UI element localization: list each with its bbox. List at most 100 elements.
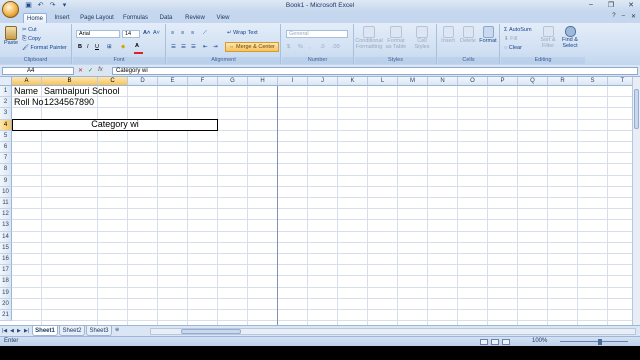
horizontal-scroll-thumb[interactable]: [181, 329, 241, 334]
tab-view[interactable]: View: [212, 13, 234, 23]
vertical-scrollbar[interactable]: [632, 77, 640, 325]
sheet-tab-sheet2[interactable]: Sheet2: [59, 326, 85, 336]
clear-button[interactable]: ◌ Clear: [504, 45, 522, 51]
sort-filter-button[interactable]: Sort & Filter: [537, 26, 559, 49]
copy-button[interactable]: ⎘ Copy: [22, 36, 41, 43]
sheet-tab-sheet1[interactable]: Sheet1: [32, 326, 58, 336]
column-header-d[interactable]: D: [128, 77, 158, 86]
row-header-17[interactable]: 17: [0, 265, 12, 277]
row-header-12[interactable]: 12: [0, 209, 12, 221]
office-button[interactable]: [2, 1, 19, 18]
restore-icon[interactable]: ❐: [606, 1, 616, 9]
format-painter-button[interactable]: 🖌 Format Painter: [22, 45, 67, 51]
format-cells-button[interactable]: Format: [478, 26, 498, 44]
tab-data[interactable]: Data: [155, 13, 177, 23]
column-header-j[interactable]: J: [308, 77, 338, 86]
shrink-font-icon[interactable]: A˅: [153, 30, 160, 36]
zoom-slider[interactable]: [560, 341, 628, 342]
column-header-m[interactable]: M: [398, 77, 428, 86]
insert-sheet-icon[interactable]: ⊕: [115, 327, 119, 333]
align-bottom-icon[interactable]: ≡: [191, 30, 194, 36]
font-size-select[interactable]: 14: [122, 30, 140, 38]
first-sheet-icon[interactable]: |◀: [2, 328, 7, 334]
row-header-2[interactable]: 2: [0, 97, 12, 109]
decrease-indent-icon[interactable]: ⇤: [203, 44, 208, 50]
align-middle-icon[interactable]: ≡: [181, 30, 184, 36]
number-format-select[interactable]: General: [286, 30, 348, 38]
formula-input[interactable]: Category wi: [112, 67, 638, 75]
italic-icon[interactable]: I: [87, 44, 89, 50]
zoom-level[interactable]: 100%: [532, 338, 547, 344]
underline-icon[interactable]: U: [95, 44, 99, 50]
last-sheet-icon[interactable]: ▶|: [24, 328, 29, 334]
row-header-7[interactable]: 7: [0, 153, 12, 165]
insert-function-icon[interactable]: fx: [98, 67, 103, 74]
currency-icon[interactable]: $: [287, 44, 290, 50]
column-header-g[interactable]: G: [218, 77, 248, 86]
ribbon-minimize-icon[interactable]: –: [622, 13, 625, 20]
zoom-slider-knob[interactable]: [598, 339, 602, 345]
row-header-19[interactable]: 19: [0, 287, 12, 299]
close-icon[interactable]: ✕: [626, 1, 636, 9]
row-header-10[interactable]: 10: [0, 186, 12, 198]
conditional-formatting-button[interactable]: Conditional Formatting: [355, 26, 383, 50]
cell-b1[interactable]: Sambalpuri School: [44, 86, 120, 97]
row-header-5[interactable]: 5: [0, 130, 12, 142]
comma-icon[interactable]: ,: [309, 44, 311, 50]
align-center-icon[interactable]: ☰: [181, 44, 186, 50]
normal-view-icon[interactable]: [480, 339, 488, 345]
help-icon[interactable]: ?: [612, 13, 615, 20]
column-header-b[interactable]: B: [42, 77, 98, 86]
row-header-21[interactable]: 21: [0, 310, 12, 322]
align-top-icon[interactable]: ≡: [171, 30, 174, 36]
align-right-icon[interactable]: ☰: [191, 44, 196, 50]
font-color-icon[interactable]: A: [135, 43, 139, 49]
row-header-16[interactable]: 16: [0, 254, 12, 266]
save-icon[interactable]: ▣: [24, 2, 33, 10]
row-header-13[interactable]: 13: [0, 220, 12, 232]
page-layout-view-icon[interactable]: [491, 339, 499, 345]
split-divider[interactable]: [277, 86, 278, 325]
confirm-entry-icon[interactable]: ✓: [88, 67, 93, 74]
merge-center-button[interactable]: ⇔ Merge & Center: [225, 42, 279, 52]
percent-icon[interactable]: %: [298, 44, 303, 50]
column-header-k[interactable]: K: [338, 77, 368, 86]
tab-page-layout[interactable]: Page Layout: [78, 13, 116, 23]
orientation-icon[interactable]: ⟋: [203, 30, 207, 37]
decrease-decimal-icon[interactable]: .00: [332, 44, 340, 50]
fill-color-icon[interactable]: ◆: [121, 44, 125, 50]
cell-a1[interactable]: Name: [14, 86, 38, 97]
select-all-corner[interactable]: [0, 77, 12, 86]
cell-a2[interactable]: Roll No: [14, 97, 44, 108]
tab-insert[interactable]: Insert: [49, 13, 75, 23]
align-left-icon[interactable]: ☰: [171, 44, 176, 50]
row-header-14[interactable]: 14: [0, 231, 12, 243]
column-header-r[interactable]: R: [548, 77, 578, 86]
column-header-c[interactable]: C: [98, 77, 128, 86]
column-header-s[interactable]: S: [578, 77, 608, 86]
column-header-a[interactable]: A: [12, 77, 42, 86]
row-header-8[interactable]: 8: [0, 164, 12, 176]
minimize-icon[interactable]: –: [586, 1, 596, 9]
row-header-3[interactable]: 3: [0, 108, 12, 120]
sheet-tab-sheet3[interactable]: Sheet3: [86, 326, 112, 336]
font-family-select[interactable]: Arial: [76, 30, 120, 38]
row-header-6[interactable]: 6: [0, 142, 12, 154]
find-select-button[interactable]: Find & Select: [559, 26, 581, 49]
horizontal-scrollbar[interactable]: [150, 328, 636, 335]
increase-indent-icon[interactable]: ⇥: [213, 44, 218, 50]
ribbon-close-icon[interactable]: ✕: [631, 13, 636, 20]
cell-a4-merged-active[interactable]: Category wi: [12, 119, 218, 132]
column-header-q[interactable]: Q: [518, 77, 548, 86]
format-as-table-button[interactable]: Format as Table: [384, 26, 408, 50]
customize-qat-icon[interactable]: ▾: [60, 2, 69, 10]
delete-cells-button[interactable]: Delete: [458, 26, 478, 44]
paste-button[interactable]: Paste: [3, 26, 19, 46]
row-header-20[interactable]: 20: [0, 298, 12, 310]
row-header-18[interactable]: 18: [0, 276, 12, 288]
column-header-f[interactable]: F: [188, 77, 218, 86]
next-sheet-icon[interactable]: ▶: [17, 328, 21, 334]
cut-button[interactable]: ✂ Cut: [22, 27, 37, 33]
tab-home[interactable]: Home: [23, 13, 47, 23]
wrap-text-button[interactable]: ↵ Wrap Text: [227, 30, 258, 36]
